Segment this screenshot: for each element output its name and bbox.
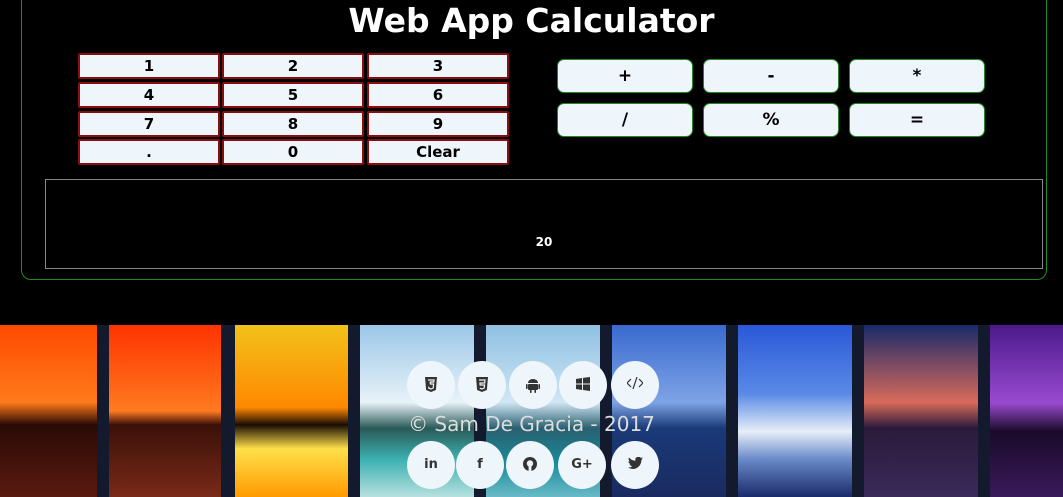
- tech-icon-row: [0, 361, 1063, 409]
- page-title: Web App Calculator: [348, 1, 715, 40]
- result-value: 20: [535, 235, 553, 249]
- windows-icon[interactable]: [559, 361, 607, 409]
- google-plus-icon[interactable]: G+: [558, 441, 606, 489]
- key-2[interactable]: 2: [222, 53, 364, 79]
- divide-button[interactable]: /: [557, 103, 693, 137]
- subtract-button[interactable]: -: [703, 59, 839, 93]
- copyright-text: © Sam De Gracia - 2017: [408, 412, 655, 436]
- key-decimal[interactable]: .: [78, 139, 220, 165]
- html5-icon[interactable]: [407, 361, 455, 409]
- key-0[interactable]: 0: [222, 139, 364, 165]
- linkedin-icon[interactable]: in: [407, 441, 455, 489]
- social-icon-row: in f G+: [0, 441, 1063, 489]
- android-icon[interactable]: [509, 361, 557, 409]
- add-button[interactable]: +: [557, 59, 693, 93]
- key-1[interactable]: 1: [78, 53, 220, 79]
- css3-icon[interactable]: [458, 361, 506, 409]
- key-5[interactable]: 5: [222, 82, 364, 108]
- github-icon[interactable]: [506, 441, 554, 489]
- twitter-icon[interactable]: [611, 441, 659, 489]
- key-7[interactable]: 7: [78, 111, 220, 137]
- footer: © Sam De Gracia - 2017 in f G+: [0, 325, 1063, 497]
- key-9[interactable]: 9: [367, 111, 509, 137]
- equals-button[interactable]: =: [849, 103, 985, 137]
- key-6[interactable]: 6: [367, 82, 509, 108]
- key-3[interactable]: 3: [367, 53, 509, 79]
- clear-button[interactable]: Clear: [367, 139, 509, 165]
- code-icon[interactable]: [611, 361, 659, 409]
- facebook-icon[interactable]: f: [456, 441, 504, 489]
- multiply-button[interactable]: *: [849, 59, 985, 93]
- key-8[interactable]: 8: [222, 111, 364, 137]
- modulo-button[interactable]: %: [703, 103, 839, 137]
- key-4[interactable]: 4: [78, 82, 220, 108]
- result-display: 20: [45, 179, 1043, 269]
